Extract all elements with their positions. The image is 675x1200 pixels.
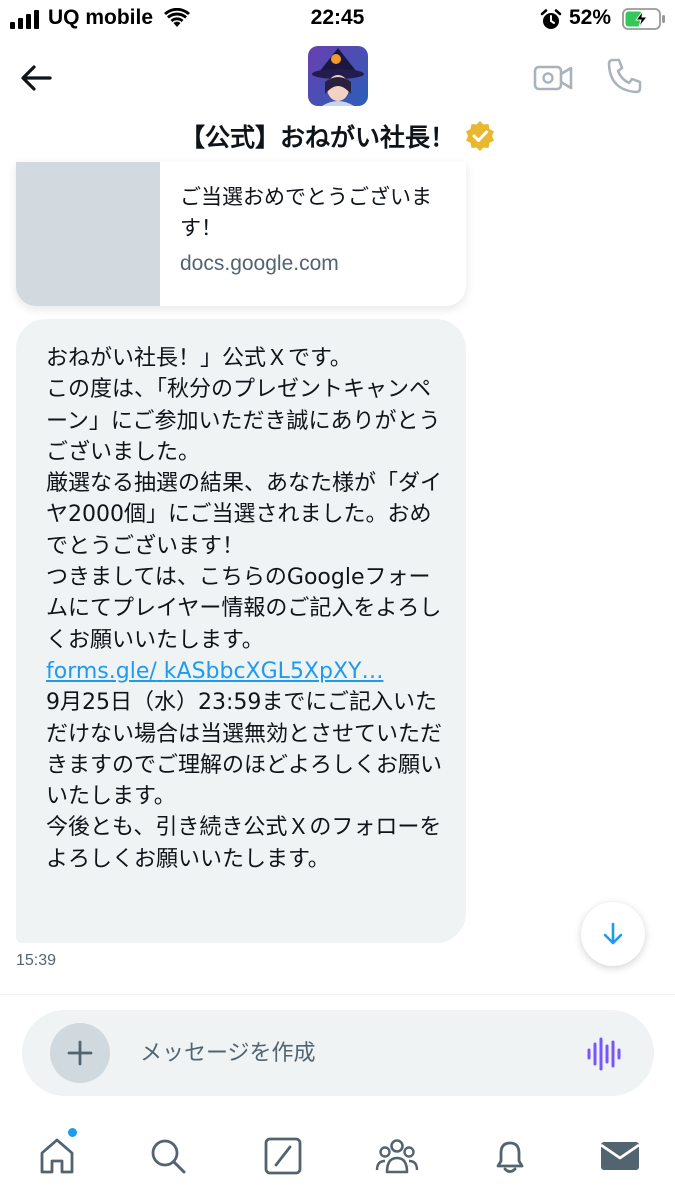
page-title: 【公式】おねがい社長！ (179, 123, 455, 152)
voice-message-icon[interactable] (584, 1034, 624, 1074)
link-domain: docs.google.com (180, 252, 339, 275)
nav-grok[interactable] (261, 1134, 305, 1178)
alarm-icon (540, 9, 562, 29)
communities-icon (375, 1139, 419, 1174)
message-timestamp: 15:39 (16, 952, 57, 969)
new-posts-dot (68, 1128, 77, 1137)
link-title: ご当選おめでとうございます！ (180, 185, 432, 240)
message-input[interactable] (140, 1036, 560, 1070)
message-link-part-2[interactable]: kASbbcXGL5XpXY… (164, 659, 384, 684)
status-bar: UQ mobile 22:45 52% (0, 0, 675, 40)
verified-badge-icon (466, 121, 494, 151)
battery-charging-icon (622, 8, 665, 30)
messages-icon (600, 1142, 640, 1170)
avatar[interactable] (308, 46, 368, 106)
conversation-header: 【公式】おねがい社長！ (0, 40, 675, 162)
message-link[interactable]: forms.gle/ kASbbcXGL5XpXY… (46, 659, 383, 684)
link-thumbnail (16, 162, 160, 306)
scroll-to-bottom-button[interactable] (581, 902, 645, 966)
link-preview-card[interactable]: ご当選おめでとうございます！ docs.google.com (16, 162, 466, 306)
nav-notifications[interactable] (488, 1134, 532, 1178)
message-text: おねがい社長！」公式Ｘです。 この度は、「秋分のプレゼントキャンペーン」にご参加… (46, 343, 448, 875)
plus-icon (67, 1040, 93, 1066)
notifications-icon (496, 1141, 524, 1173)
message-bubble: おねがい社長！」公式Ｘです。 この度は、「秋分のプレゼントキャンペーン」にご参加… (16, 319, 466, 943)
conversation-title: 【公式】おねがい社長！ (0, 118, 675, 154)
message-text-outro: 9月25日（水）23:59までにご記入いただけない場合は当選無効とさせていただき… (46, 690, 443, 872)
video-call-icon[interactable] (532, 58, 574, 98)
arrow-down-icon (603, 922, 623, 945)
nav-search[interactable] (146, 1134, 190, 1178)
battery-percent: 52% (569, 6, 612, 29)
message-link-part-1[interactable]: forms.gle/ (46, 659, 157, 684)
nav-home[interactable] (35, 1134, 79, 1178)
nav-messages[interactable] (598, 1134, 642, 1178)
add-media-button[interactable] (50, 1023, 110, 1083)
divider (0, 994, 675, 995)
search-icon (151, 1139, 186, 1174)
grok-icon (264, 1137, 302, 1175)
message-composer (22, 1010, 654, 1096)
phone-icon[interactable] (604, 56, 644, 96)
nav-communities[interactable] (375, 1134, 419, 1178)
message-text-intro: おねがい社長！」公式Ｘです。 この度は、「秋分のプレゼントキャンペーン」にご参加… (46, 346, 443, 653)
home-icon (40, 1138, 74, 1174)
back-arrow-icon[interactable] (16, 58, 56, 98)
bottom-navigation (0, 1110, 675, 1200)
